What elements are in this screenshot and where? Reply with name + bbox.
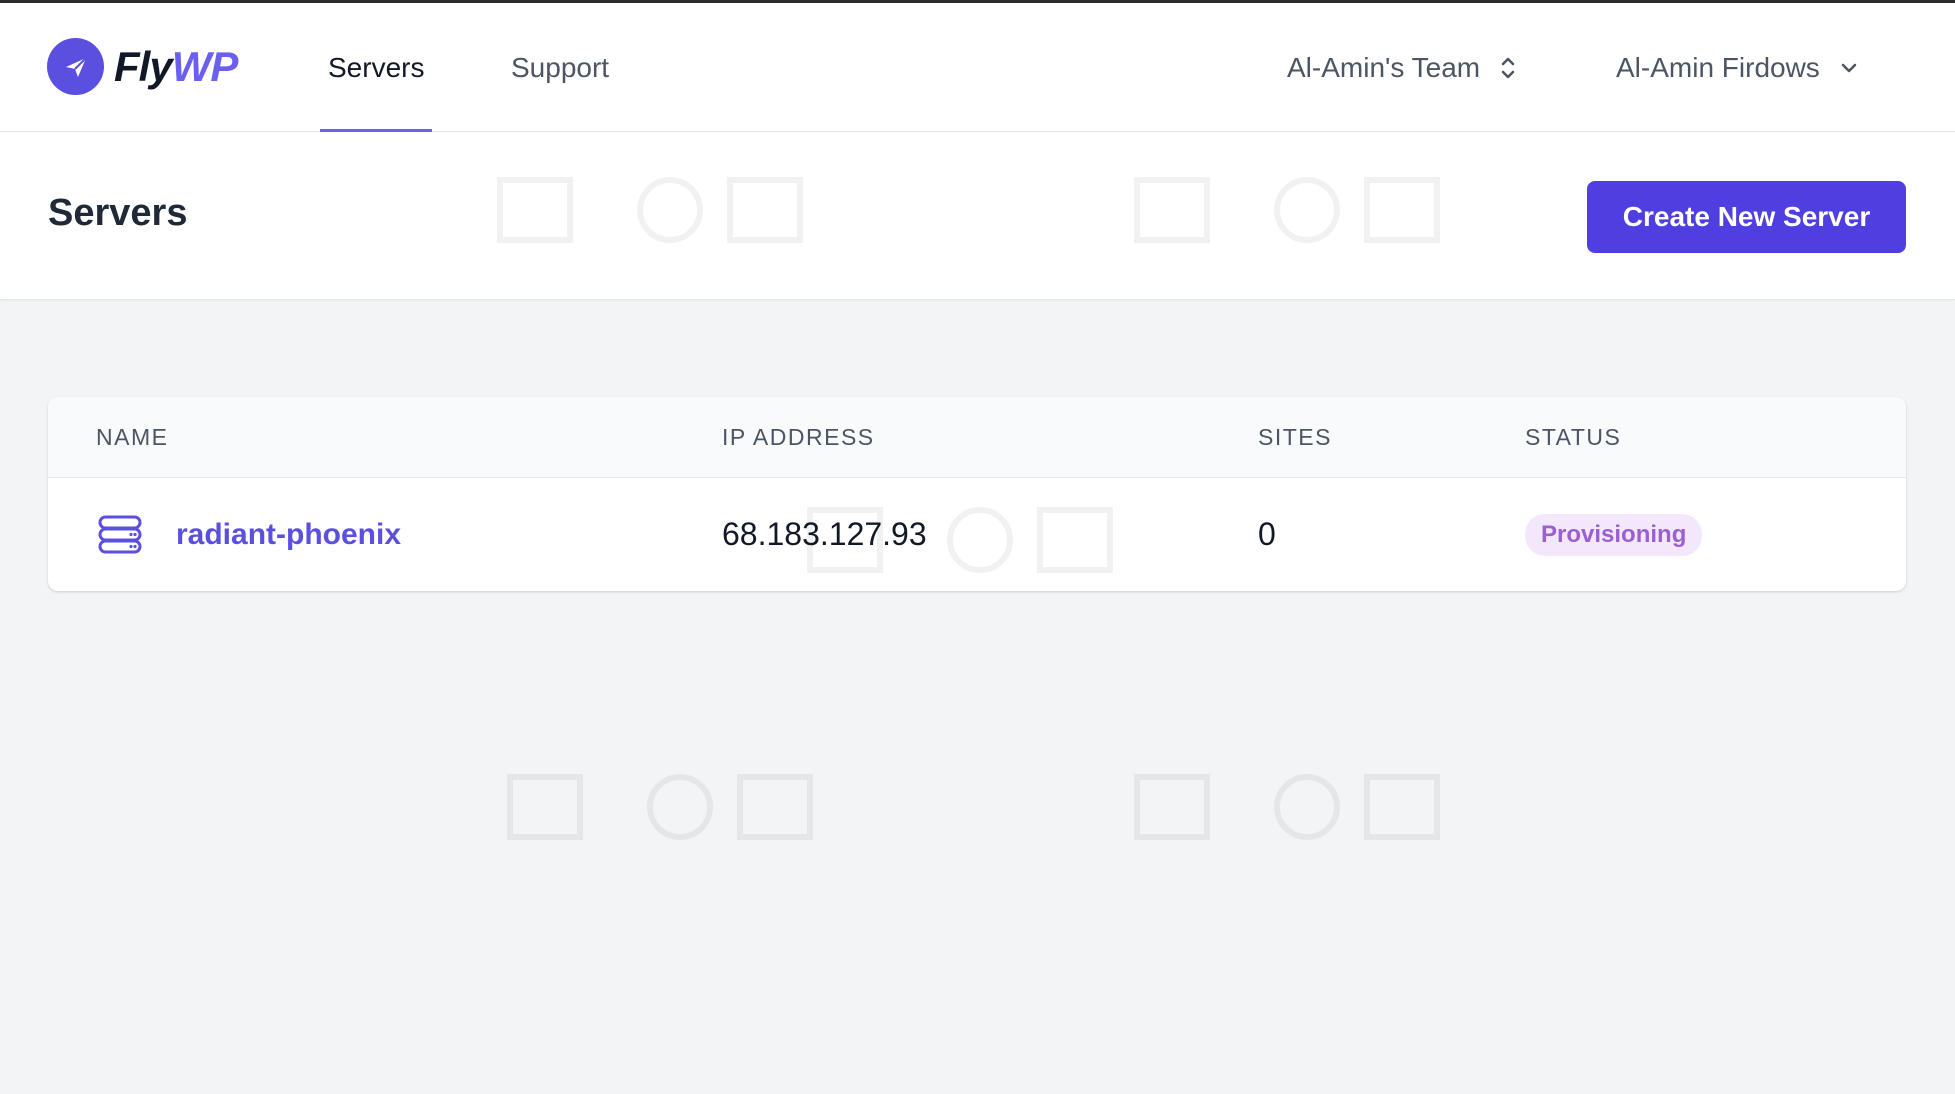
- server-ip-cell: 68.183.127.93: [722, 516, 927, 552]
- table-row[interactable]: radiant-phoenix 68.183.127.93 0 Provisio…: [48, 478, 1906, 591]
- column-header-ip-address: IP ADDRESS: [722, 424, 875, 450]
- nav-tab-servers[interactable]: Servers: [320, 3, 433, 133]
- watermark-graphic: [507, 774, 813, 840]
- logo-text-wp: WP: [171, 42, 239, 90]
- watermark-graphic: [1134, 774, 1440, 840]
- page-title: Servers: [48, 192, 188, 234]
- create-new-server-button[interactable]: Create New Server: [1587, 181, 1906, 253]
- column-header-name: NAME: [96, 424, 169, 450]
- server-name-cell: radiant-phoenix: [176, 478, 401, 591]
- page-header: Servers Create New Server: [0, 132, 1955, 300]
- servers-table: NAME IP ADDRESS SITES STATUS radiant-pho…: [48, 397, 1906, 591]
- flywp-logo[interactable]: FlyWP: [47, 38, 239, 95]
- nav-tab-support-label: Support: [511, 51, 610, 83]
- top-navbar: FlyWP Servers Support Al-Amin's Team Al-…: [0, 3, 1955, 133]
- server-sites-cell: 0: [1258, 516, 1276, 552]
- server-status-cell: Provisioning: [1525, 478, 1703, 591]
- user-menu-label: Al-Amin Firdows: [1616, 51, 1820, 83]
- server-name-link[interactable]: radiant-phoenix: [176, 518, 401, 552]
- table-header: NAME IP ADDRESS SITES STATUS: [48, 397, 1906, 478]
- team-switcher[interactable]: Al-Amin's Team: [1287, 3, 1516, 132]
- server-icon: [98, 515, 142, 560]
- nav-tab-servers-label: Servers: [328, 51, 425, 83]
- user-menu[interactable]: Al-Amin Firdows: [1616, 3, 1858, 132]
- logo-text-fly: Fly: [114, 42, 173, 90]
- chevron-down-icon: [1841, 63, 1857, 72]
- column-header-sites: SITES: [1258, 424, 1332, 450]
- status-badge: Provisioning: [1525, 513, 1703, 556]
- column-header-status: STATUS: [1525, 424, 1622, 450]
- logo-wordmark: FlyWP: [114, 42, 239, 90]
- nav-tab-support[interactable]: Support: [503, 3, 617, 132]
- team-switcher-label: Al-Amin's Team: [1287, 51, 1481, 83]
- chevron-up-down-icon: [1501, 57, 1515, 78]
- logo-icon: [47, 38, 104, 95]
